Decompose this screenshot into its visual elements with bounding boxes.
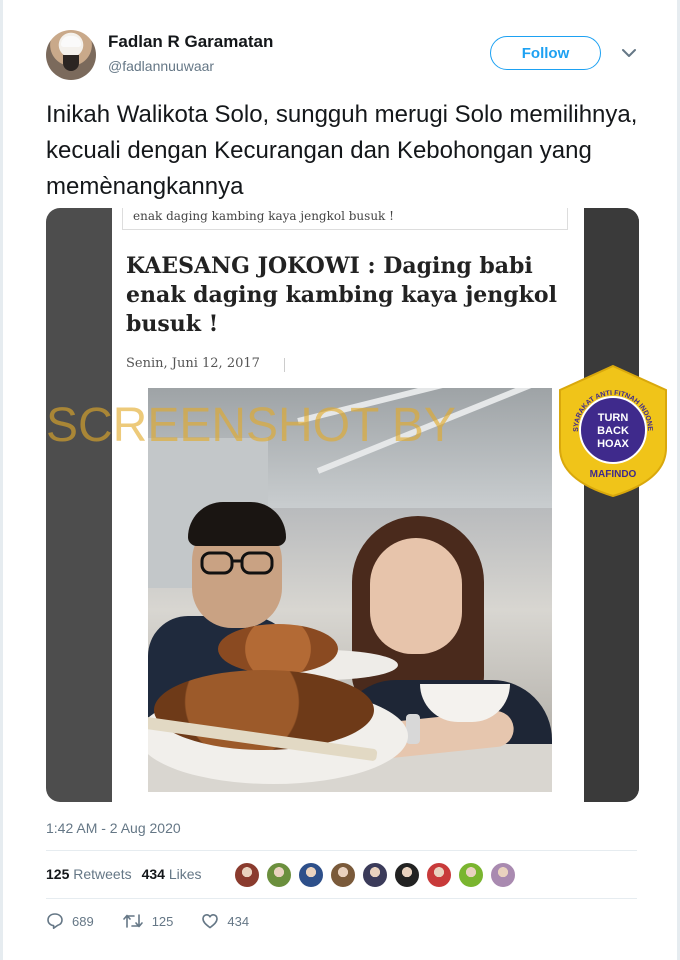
retweet-icon [122,914,143,928]
liker-avatar[interactable] [394,862,420,888]
like-count: 434 [227,913,250,929]
article-screenshot: enak daging kambing kaya jengkol busuk !… [112,208,584,802]
date-separator [284,358,285,372]
engagement-stats: 125 Retweets 434 Likes [46,866,202,882]
retweet-button[interactable]: 125 [122,912,174,930]
retweets-stat[interactable]: 125 Retweets [46,866,132,882]
badge-line-1: TURN [598,412,629,424]
author-name[interactable]: Fadlan R Garamatan [108,32,273,52]
reply-icon [47,913,63,929]
liker-avatar[interactable] [266,862,292,888]
liker-avatar[interactable] [458,862,484,888]
liker-avatar[interactable] [426,862,452,888]
tweet-media[interactable]: enak daging kambing kaya jengkol busuk !… [46,208,639,802]
liker-avatar[interactable] [330,862,356,888]
article-title: KAESANG JOKOWI : Daging babi enak daging… [126,253,557,337]
likes-count: 434 [141,866,165,882]
article-top-strip: enak daging kambing kaya jengkol busuk ! [122,208,568,230]
divider [46,850,637,851]
likes-label: Likes [168,866,202,882]
avatar-cap [61,36,81,47]
divider [46,898,637,899]
reply-count: 689 [72,913,94,929]
badge-bottom-text: MAFINDO [590,469,637,480]
likes-stat[interactable]: 434 Likes [142,866,202,882]
woman-face [370,538,462,654]
liker-avatars [234,862,516,888]
liker-avatar[interactable] [362,862,388,888]
retweets-label: Retweets [73,866,132,882]
heart-icon [202,914,219,929]
chevron-down-icon[interactable] [620,44,638,62]
left-edge [0,0,3,960]
badge-line-3: HOAX [597,438,629,450]
article-date: Senin, Juni 12, 2017 [126,356,260,371]
glasses [200,551,274,575]
retweet-count: 125 [151,913,174,929]
author-avatar[interactable] [46,30,96,80]
turnbackhoax-badge-icon: MASYARAKAT ANTI FITNAH INDONESIA TURN BA… [556,364,667,498]
watermark-text: SCREENSHOT BY [46,399,456,452]
liker-avatar[interactable] [490,862,516,888]
badge-line-2: BACK [597,425,629,437]
man-hair [188,502,286,546]
author-handle[interactable]: @fadlannuuwaar [108,58,214,74]
retweets-count: 125 [46,866,70,882]
tweet-text: Inikah Walikota Solo, sungguh merugi Sol… [46,101,638,200]
tweet-timestamp[interactable]: 1:42 AM - 2 Aug 2020 [46,820,181,836]
wristwatch [406,714,420,744]
tweet-actions: 689 125 434 [46,912,277,930]
reply-button[interactable]: 689 [46,912,94,930]
follow-button[interactable]: Follow [490,36,601,70]
avatar-beard [63,55,79,71]
food-back [218,624,338,674]
like-button[interactable]: 434 [201,912,249,930]
liker-avatar[interactable] [234,862,260,888]
media-side-panel [583,208,639,802]
liker-avatar[interactable] [298,862,324,888]
